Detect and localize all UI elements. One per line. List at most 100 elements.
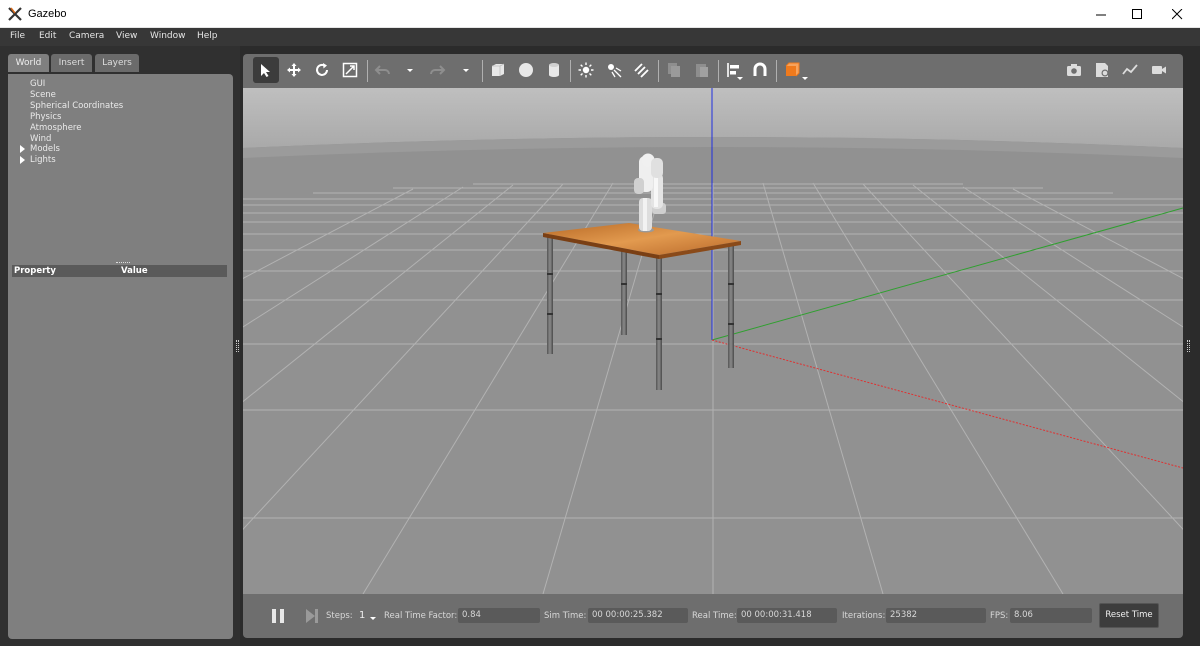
steps-label: Steps: <box>326 611 353 621</box>
tab-insert[interactable]: Insert <box>51 54 92 72</box>
screenshot-icon <box>1067 64 1081 76</box>
copy-icon <box>668 63 680 77</box>
steps-value[interactable]: 1 <box>359 610 365 621</box>
tree-item-spherical-coordinates[interactable]: Spherical Coordinates <box>30 101 123 111</box>
sphere-shape-button[interactable] <box>513 57 539 83</box>
screenshot-button[interactable] <box>1061 57 1087 83</box>
align-button[interactable] <box>721 57 747 83</box>
tree-item-gui[interactable]: GUI <box>30 79 45 89</box>
translate-icon <box>287 63 301 77</box>
undo-dropdown-icon[interactable] <box>407 69 413 72</box>
undo-button[interactable] <box>370 57 396 83</box>
view-angle-dropdown-icon[interactable] <box>802 77 808 80</box>
scene-render[interactable] <box>243 88 1183 594</box>
iterations-field: 25382 <box>886 608 986 623</box>
sim-time-field: 00 00:00:25.382 <box>588 608 688 623</box>
iterations-label: Iterations: <box>842 611 886 621</box>
left-panel-area: World Insert Layers GUI Scene Spherical … <box>0 46 240 646</box>
menu-bar: File Edit Camera View Window Help <box>0 28 1200 46</box>
menu-window[interactable]: Window <box>150 31 186 41</box>
expand-arrow-icon[interactable] <box>20 156 25 164</box>
expand-arrow-icon[interactable] <box>20 145 25 153</box>
toolbar-separator <box>482 60 483 82</box>
left-splitter-handle[interactable] <box>236 340 239 352</box>
cylinder-icon <box>549 63 559 77</box>
property-table-header: Property Value <box>12 265 227 277</box>
3d-viewport[interactable] <box>243 88 1183 594</box>
main-toolbar <box>243 54 1183 88</box>
scale-tool-button[interactable] <box>337 57 363 83</box>
tree-item-wind[interactable]: Wind <box>30 134 51 144</box>
menu-help[interactable]: Help <box>197 31 218 41</box>
close-icon <box>1171 8 1182 19</box>
sphere-icon <box>519 63 533 77</box>
record-video-button[interactable] <box>1146 57 1172 83</box>
steps-dropdown-icon[interactable] <box>370 617 376 620</box>
tree-item-physics[interactable]: Physics <box>30 112 61 122</box>
toolbar-separator <box>718 60 719 82</box>
property-column-header: Property <box>14 266 56 276</box>
align-icon <box>727 63 739 77</box>
snap-icon <box>753 62 767 76</box>
align-dropdown-icon[interactable] <box>737 77 743 80</box>
pause-icon <box>272 609 284 623</box>
redo-icon <box>430 65 446 75</box>
right-splitter-handle[interactable] <box>1187 340 1190 352</box>
point-light-icon <box>578 62 594 78</box>
redo-dropdown-icon[interactable] <box>463 69 469 72</box>
tab-world[interactable]: World <box>8 54 49 72</box>
rotate-tool-button[interactable] <box>309 57 335 83</box>
menu-file[interactable]: File <box>10 31 25 41</box>
window-title: Gazebo <box>28 8 67 20</box>
snap-button[interactable] <box>747 57 773 83</box>
box-shape-button[interactable] <box>485 57 511 83</box>
maximize-icon <box>1131 8 1142 19</box>
log-button[interactable] <box>1089 57 1115 83</box>
real-time-label: Real Time: <box>692 611 737 621</box>
tree-item-atmosphere[interactable]: Atmosphere <box>30 123 81 133</box>
redo-button[interactable] <box>424 57 450 83</box>
directional-light-icon <box>634 63 649 78</box>
paste-icon <box>696 64 708 77</box>
view-angle-icon <box>785 62 800 77</box>
toolbar-separator <box>776 60 777 82</box>
step-button[interactable] <box>299 603 325 629</box>
menu-edit[interactable]: Edit <box>39 31 56 41</box>
real-time-field: 00 00:00:31.418 <box>737 608 837 623</box>
sim-time-label: Sim Time: <box>544 611 587 621</box>
menu-view[interactable]: View <box>116 31 137 41</box>
tab-layers[interactable]: Layers <box>95 54 139 72</box>
directional-light-button[interactable] <box>629 57 655 83</box>
real-time-factor-field: 0.84 <box>458 608 540 623</box>
spot-light-button[interactable] <box>601 57 627 83</box>
box-icon <box>492 63 505 76</box>
select-tool-button[interactable] <box>253 57 279 83</box>
panel-splitter-handle[interactable] <box>116 262 130 264</box>
translate-tool-button[interactable] <box>281 57 307 83</box>
reset-time-button[interactable]: Reset Time <box>1099 603 1159 628</box>
minimize-icon <box>1095 14 1106 15</box>
plot-button[interactable] <box>1117 57 1143 83</box>
close-button[interactable] <box>1154 0 1200 28</box>
point-light-button[interactable] <box>573 57 599 83</box>
copy-button[interactable] <box>661 57 687 83</box>
paste-button[interactable] <box>689 57 715 83</box>
record-icon <box>1152 66 1166 74</box>
real-time-factor-label: Real Time Factor: <box>384 611 458 621</box>
tree-item-lights[interactable]: Lights <box>30 155 56 165</box>
select-arrow-icon <box>261 64 270 77</box>
toolbar-separator <box>570 60 571 82</box>
pause-button[interactable] <box>265 603 291 629</box>
simulation-status-bar: Steps: 1 Real Time Factor: 0.84 Sim Time… <box>243 594 1183 638</box>
toolbar-separator <box>658 60 659 82</box>
toolbar-separator <box>367 60 368 82</box>
rotate-icon <box>316 63 328 76</box>
menu-camera[interactable]: Camera <box>69 31 104 41</box>
value-column-header: Value <box>121 266 148 276</box>
tree-item-scene[interactable]: Scene <box>30 90 56 100</box>
cylinder-shape-button[interactable] <box>541 57 567 83</box>
fps-field: 8.06 <box>1010 608 1092 623</box>
tree-item-models[interactable]: Models <box>30 144 60 154</box>
fps-label: FPS: <box>990 611 1009 621</box>
plot-icon <box>1122 64 1138 75</box>
